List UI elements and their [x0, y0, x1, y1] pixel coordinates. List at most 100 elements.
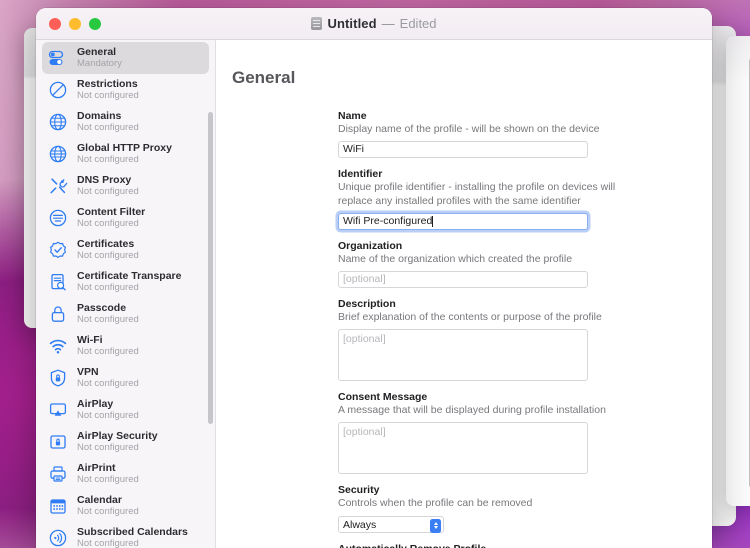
airplay-lock-icon: [48, 432, 68, 452]
name-input[interactable]: WiFi: [338, 140, 588, 158]
field-description: Description Brief explanation of the con…: [338, 298, 636, 381]
sidebar-item-calendar[interactable]: Calendar Not configured: [42, 490, 209, 522]
sidebar-item-status: Not configured: [77, 538, 139, 548]
sidebar-item-passcode[interactable]: Passcode Not configured: [42, 298, 209, 330]
window-titlebar[interactable]: Untitled — Edited: [36, 8, 712, 40]
stepper-arrows-icon[interactable]: [430, 518, 441, 533]
consent-message-textarea[interactable]: [optional]: [338, 421, 588, 474]
sidebar-item-status: Not configured: [77, 282, 139, 293]
general-settings-pane: General Name Display name of the profile…: [216, 40, 712, 548]
sidebar-item-status: Not configured: [77, 442, 139, 453]
sidebar-item-text: Calendar Not configured: [77, 495, 203, 517]
sidebar-item-label: Global HTTP Proxy: [77, 142, 172, 154]
sidebar-item-status: Not configured: [77, 218, 139, 229]
broadcast-icon: [48, 528, 68, 548]
field-identifier: Identifier Unique profile identifier - i…: [338, 168, 636, 230]
sidebar-item-text: VPN Not configured: [77, 367, 203, 389]
maximize-window-button[interactable]: [89, 17, 101, 30]
sidebar-item-certificates[interactable]: Certificates Not configured: [42, 234, 209, 266]
sidebar-item-global-http-proxy[interactable]: Global HTTP Proxy Not configured: [42, 138, 209, 170]
sidebar-item-text: Certificate Transpare Not configured: [77, 271, 203, 293]
name-label: Name: [338, 110, 367, 122]
sidebar-item-airplay[interactable]: AirPlay Not configured: [42, 394, 209, 426]
window-title-group: Untitled — Edited: [36, 16, 712, 31]
security-select[interactable]: Always: [338, 516, 444, 534]
tools-icon: [48, 176, 68, 196]
page-title: General: [232, 68, 296, 87]
text-caret: [432, 215, 434, 227]
sidebar-item-wifi[interactable]: Wi-Fi Not configured: [42, 330, 209, 362]
sidebar-item-content-filter[interactable]: Content Filter Not configured: [42, 202, 209, 234]
field-security: Security Controls when the profile can b…: [338, 484, 636, 534]
sidebar-item-label: AirPlay: [77, 398, 114, 410]
printer-icon: [48, 464, 68, 484]
sidebar-scrollbar[interactable]: [208, 112, 213, 424]
sidebar-item-status: Mandatory: [77, 58, 122, 69]
lock-icon: [48, 304, 68, 324]
profile-editor-window: Untitled — Edited General Mandatory Rest…: [36, 8, 712, 548]
sidebar-item-status: Not configured: [77, 346, 139, 357]
toggle-switches-icon: [48, 48, 68, 68]
identifier-input-value: Wifi Pre-configured: [343, 215, 433, 228]
minimize-window-button[interactable]: [69, 17, 81, 30]
organization-description: Name of the organization which created t…: [338, 252, 573, 265]
sidebar-item-airplay-security[interactable]: AirPlay Security Not configured: [42, 426, 209, 458]
payload-list: General Mandatory Restrictions Not confi…: [36, 42, 215, 548]
sidebar-item-status: Not configured: [77, 378, 139, 389]
window-edited-status: Edited: [399, 16, 437, 31]
sidebar-item-general[interactable]: General Mandatory: [42, 42, 209, 74]
window-title-separator: —: [381, 16, 395, 31]
identifier-input[interactable]: Wifi Pre-configured: [338, 212, 588, 230]
sidebar-item-text: Global HTTP Proxy Not configured: [77, 143, 203, 165]
consent-message-description: A message that will be displayed during …: [338, 403, 606, 416]
wifi-icon: [48, 336, 68, 356]
window-title: Untitled: [327, 16, 377, 31]
sidebar-item-status: Not configured: [77, 506, 139, 517]
window-body: General Mandatory Restrictions Not confi…: [36, 40, 712, 548]
sidebar-item-label: Certificate Transpare: [77, 270, 182, 282]
sidebar-item-status: Not configured: [77, 90, 139, 101]
sidebar-item-label: Content Filter: [77, 206, 146, 218]
globe-proxy-icon: [48, 144, 68, 164]
security-description: Controls when the profile can be removed: [338, 496, 533, 509]
sidebar-item-text: Subscribed Calendars Not configured: [77, 527, 203, 548]
sidebar-item-restrictions[interactable]: Restrictions Not configured: [42, 74, 209, 106]
security-select-value: Always: [343, 518, 377, 531]
sidebar-item-text: Content Filter Not configured: [77, 207, 203, 229]
identifier-label: Identifier: [338, 167, 383, 180]
document-icon: [311, 17, 323, 30]
sidebar-item-label: Wi-Fi: [77, 334, 103, 346]
sidebar-item-text: AirPlay Security Not configured: [77, 431, 203, 453]
sidebar-item-status: Not configured: [77, 186, 139, 197]
shield-lock-icon: [48, 368, 68, 388]
sidebar-item-text: Wi-Fi Not configured: [77, 335, 203, 357]
document-search-icon: [48, 272, 68, 292]
identifier-description: Unique profile identifier - installing t…: [338, 180, 616, 207]
sidebar-item-airprint[interactable]: AirPrint Not configured: [42, 458, 209, 490]
general-form: Name Display name of the profile - will …: [216, 110, 712, 548]
name-description: Display name of the profile - will be sh…: [338, 123, 600, 135]
sidebar-item-text: AirPlay Not configured: [77, 399, 203, 421]
automatically-remove-profile-label: Automatically Remove Profile: [338, 543, 636, 548]
sidebar-item-status: Not configured: [77, 122, 139, 133]
sidebar-item-label: Subscribed Calendars: [77, 526, 188, 538]
sidebar-item-status: Not configured: [77, 474, 139, 485]
sidebar-item-vpn[interactable]: VPN Not configured: [42, 362, 209, 394]
organization-input[interactable]: [optional]: [338, 270, 588, 288]
sidebar-item-status: Not configured: [77, 410, 139, 421]
sidebar-item-label: Restrictions: [77, 78, 138, 90]
sidebar-item-status: Not configured: [77, 314, 139, 325]
payload-sidebar[interactable]: General Mandatory Restrictions Not confi…: [36, 40, 216, 548]
sidebar-item-subscribed-calendars[interactable]: Subscribed Calendars Not configured: [42, 522, 209, 548]
sidebar-item-domains[interactable]: Domains Not configured: [42, 106, 209, 138]
organization-label: Organization: [338, 239, 403, 252]
close-window-button[interactable]: [49, 17, 61, 30]
sidebar-item-dns-proxy[interactable]: DNS Proxy Not configured: [42, 170, 209, 202]
field-consent-message: Consent Message A message that will be d…: [338, 391, 636, 474]
description-textarea[interactable]: [optional]: [338, 328, 588, 381]
sidebar-item-label: Passcode: [77, 302, 127, 314]
calendar-icon: [48, 496, 68, 516]
certificate-seal-icon: [48, 240, 68, 260]
sidebar-item-certificate-transparency[interactable]: Certificate Transpare Not configured: [42, 266, 209, 298]
background-window-far-right[interactable]: [726, 36, 750, 506]
